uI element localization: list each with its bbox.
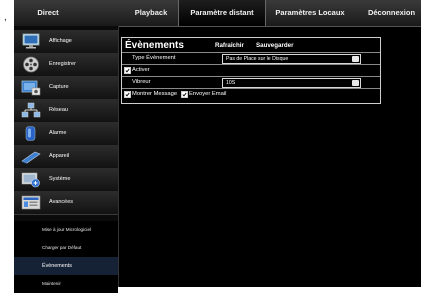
buzzer-select[interactable]: 10S	[222, 78, 361, 92]
show-message-checkbox[interactable]	[124, 91, 131, 98]
sidebar-item-record[interactable]: Enregistrer	[14, 53, 118, 77]
sidebar-subitem-label: Charger par Défaut	[42, 245, 82, 250]
monitor-icon	[21, 33, 41, 50]
sidebar-item-label: Réseau	[49, 107, 68, 113]
save-button[interactable]: Sauvegarder	[256, 38, 294, 52]
enable-row: Activer	[122, 65, 380, 77]
sidebar-subitem-maintain[interactable]: Maintenir	[14, 275, 118, 293]
show-message-label: Montrer Message	[132, 91, 178, 97]
sidebar-item-label: Affichage	[49, 38, 72, 44]
sidebar-item-label: Capture	[49, 84, 69, 90]
chevron-down-icon	[352, 80, 359, 92]
sidebar-item-advanced[interactable]: Avancées	[14, 191, 118, 215]
sidebar-item-display[interactable]: Affichage	[14, 30, 118, 54]
system-icon	[21, 171, 41, 188]
tab-logout[interactable]: Déconnexion	[362, 0, 421, 26]
enable-label: Activer	[132, 67, 150, 73]
sidebar-subitem-label: Mise à jour Micrologiciel	[42, 227, 92, 232]
sidebar-subitem-events[interactable]: Évènements	[14, 257, 118, 275]
sidebar-item-label: Avancées	[49, 199, 74, 205]
tab-direct[interactable]: Direct	[14, 0, 82, 26]
film-reel-icon	[21, 56, 41, 73]
sidebar-item-label: Système	[49, 176, 71, 182]
network-icon	[21, 102, 41, 119]
event-type-value: Pas de Place sur le Disque	[226, 56, 289, 62]
buzzer-value: 10S	[226, 80, 236, 86]
tab-playback[interactable]: Playback	[118, 0, 184, 26]
event-type-row: Type Évènement Pas de Place sur le Disqu…	[122, 53, 380, 68]
advanced-icon	[21, 194, 41, 211]
sidebar-item-label: Appareil	[49, 153, 70, 159]
sidebar-item-network[interactable]: Réseau	[14, 99, 118, 123]
sidebar-subitem-firmware-update[interactable]: Mise à jour Micrologiciel	[14, 221, 118, 239]
tab-local-settings[interactable]: Paramètres Locaux	[267, 0, 353, 26]
panel-title: Évènements	[125, 40, 184, 51]
capture-icon	[21, 79, 41, 96]
sidebar-subitem-load-default[interactable]: Charger par Défaut	[14, 239, 118, 257]
top-navigation: Direct Playback Paramètre distant Paramè…	[14, 0, 421, 27]
chevron-down-icon	[352, 56, 359, 68]
refresh-button[interactable]: Rafraîchir	[215, 38, 244, 52]
sidebar-item-label: Alarme	[49, 130, 67, 136]
tab-remote-settings[interactable]: Paramètre distant	[178, 0, 266, 26]
alarm-icon	[21, 125, 41, 142]
panel-header: Évènements Rafraîchir Sauvegarder	[122, 38, 380, 53]
sidebar-item-device[interactable]: Appareil	[14, 145, 118, 169]
event-type-label: Type Évènement	[132, 55, 176, 61]
dvr-web-client: Direct Playback Paramètre distant Paramè…	[14, 0, 421, 293]
sidebar-item-system[interactable]: Système	[14, 168, 118, 192]
send-email-checkbox[interactable]	[181, 91, 188, 98]
notification-row: Montrer Message Envoyer Email	[122, 89, 380, 101]
sidebar-subitem-label: Maintenir	[42, 281, 61, 286]
send-email-label: Envoyer Email	[189, 91, 227, 97]
buzzer-label: Vibreur	[132, 79, 151, 85]
device-icon	[21, 148, 41, 165]
stray-comma: ,	[4, 12, 7, 23]
enable-checkbox[interactable]	[124, 67, 131, 74]
events-settings-panel: Évènements Rafraîchir Sauvegarder Type É…	[121, 37, 381, 104]
sidebar-item-capture[interactable]: Capture	[14, 76, 118, 100]
sidebar: Affichage Enregistrer Capture Réseau Ala	[14, 26, 119, 293]
event-type-select[interactable]: Pas de Place sur le Disque	[222, 54, 361, 68]
sidebar-item-alarm[interactable]: Alarme	[14, 122, 118, 146]
sidebar-item-label: Enregistrer	[49, 61, 76, 67]
sidebar-subitem-label: Évènements	[42, 263, 72, 269]
buzzer-row: Vibreur 10S	[122, 77, 380, 92]
